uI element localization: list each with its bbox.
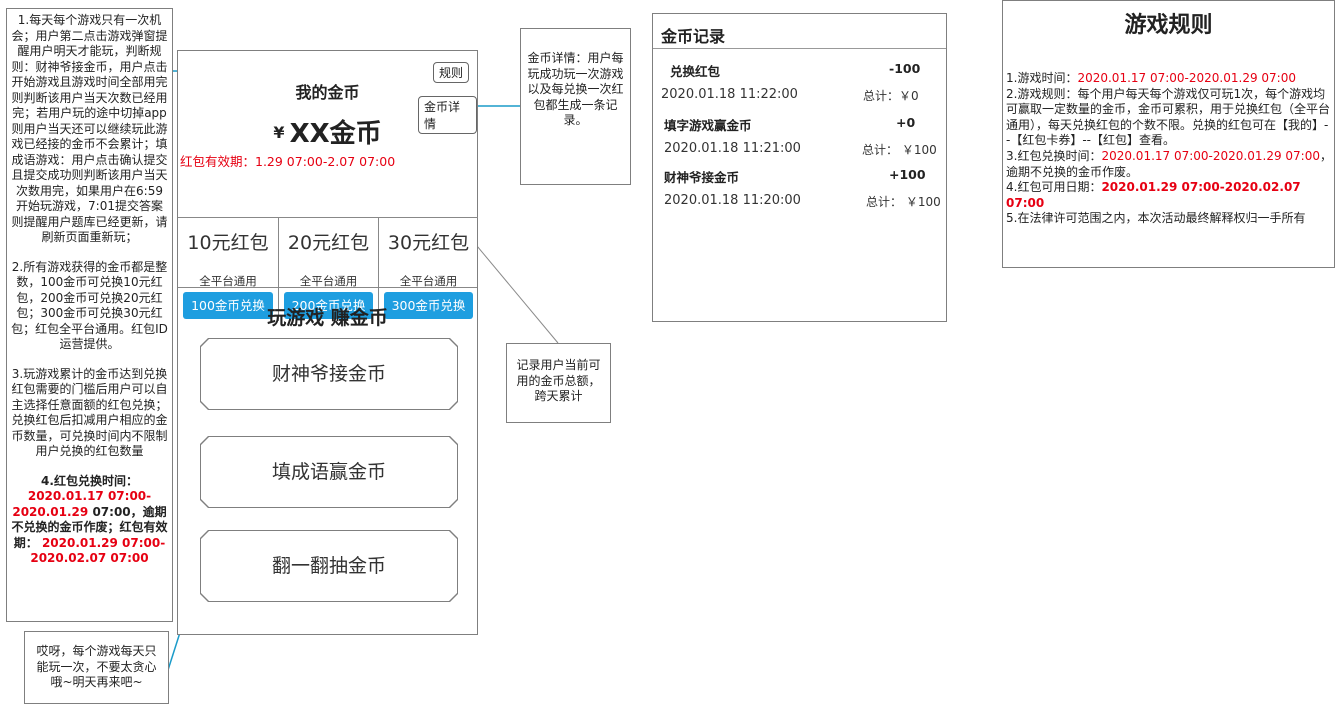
note-rule-4-prefix: 4.红包兑换时间： bbox=[41, 473, 138, 488]
game-idiom-button[interactable]: 填成语赢金币 bbox=[200, 436, 458, 508]
coin-records-panel: 金币记录 兑换红包 -100 2020.01.18 11:22:00 总计：￥0… bbox=[652, 13, 947, 322]
records-divider bbox=[653, 48, 946, 49]
rule-4-label: 4.红包可用日期： bbox=[1006, 180, 1102, 195]
game-flip-card-button[interactable]: 翻一翻抽金币 bbox=[200, 530, 458, 602]
game-catch-coins-button[interactable]: 财神爷接金币 bbox=[200, 338, 458, 410]
note-rule-1: 1.每天每个游戏只有一次机会；用户第二点击游戏弹窗提醒用户明天才能玩，判断规则：… bbox=[11, 13, 168, 244]
phone-mockup: 规则 金币详情 我的金币 ¥ XX金币 红包有效期：1.29 07:00-2.0… bbox=[177, 50, 478, 635]
currency-symbol: ¥ bbox=[273, 123, 285, 142]
bottom-annotation-note: 哎呀，每个游戏每天只能玩一次，不要太贪心哦~明天再来吧~ bbox=[24, 631, 169, 704]
coin-detail-note-text: 金币详情：用户每玩成功玩一次游戏以及每兑换一次红包都生成一条记录。 bbox=[527, 51, 624, 127]
rule-2: 2.游戏规则：每个用户每天每个游戏仅可玩1次，每个游戏均可赢取一定数量的金币，金… bbox=[1006, 86, 1331, 148]
coin-detail-annotation: 金币详情：用户每玩成功玩一次游戏以及每兑换一次红包都生成一条记录。 bbox=[520, 28, 631, 185]
record-date: 2020.01.18 11:21:00 bbox=[664, 141, 801, 156]
record-total: 总计： ￥100 bbox=[862, 143, 937, 157]
coupon-amount: 10元红包 bbox=[187, 232, 269, 254]
coin-balance: ¥ XX金币 bbox=[178, 113, 477, 150]
record-name: 财神爷接金币 bbox=[664, 170, 740, 185]
total-note-text: 记录用户当前可用的金币总额，跨天累计 bbox=[516, 358, 601, 403]
rules-body: 1.游戏时间：2020.01.17 07:00-2020.01.29 07:00… bbox=[1006, 71, 1332, 227]
coin-amount: XX金币 bbox=[289, 119, 382, 149]
game-label: 填成语赢金币 bbox=[201, 437, 457, 507]
rule-4: 4.红包可用日期：2020.01.29 07:00-2020.02.07 07:… bbox=[1006, 180, 1332, 211]
note-rule-4: 4.红包兑换时间： 2020.01.17 07:00-2020.01.29 07… bbox=[11, 474, 168, 567]
validity-text: 红包有效期：1.29 07:00-2.07 07:00 bbox=[180, 154, 396, 169]
rule-1-label: 1.游戏时间： bbox=[1006, 71, 1078, 85]
record-value: +100 bbox=[889, 167, 926, 182]
game-label: 翻一翻抽金币 bbox=[201, 531, 457, 601]
record-value: -100 bbox=[889, 61, 921, 76]
rule-3-time: 2020.01.17 07:00-2020.01.29 07:00 bbox=[1101, 148, 1320, 163]
record-date: 2020.01.18 11:20:00 bbox=[664, 193, 801, 208]
game-label: 财神爷接金币 bbox=[201, 339, 457, 409]
record-total: 总计： ￥100 bbox=[866, 195, 941, 209]
rules-title: 游戏规则 bbox=[1124, 13, 1213, 38]
games-section-title: 玩游戏 赚金币 bbox=[267, 307, 388, 329]
record-name: 兑换红包 bbox=[670, 64, 721, 79]
rule-3: 3.红包兑换时间：2020.01.17 07:00-2020.01.29 07:… bbox=[1006, 149, 1332, 180]
record-total: 总计：￥0 bbox=[863, 89, 919, 103]
total-annotation: 记录用户当前可用的金币总额，跨天累计 bbox=[506, 343, 611, 423]
coupon-amount: 20元红包 bbox=[287, 232, 370, 254]
game-rules-panel: 游戏规则 1.游戏时间：2020.01.17 07:00-2020.01.29 … bbox=[1002, 0, 1335, 268]
note-rule-2: 2.所有游戏获得的金币都是整数，100金币可兑换10元红包，200金币可兑换20… bbox=[11, 259, 168, 352]
left-annotation-note: 1.每天每个游戏只有一次机会；用户第二点击游戏弹窗提醒用户明天才能玩，判断规则：… bbox=[6, 8, 173, 622]
records-title: 金币记录 bbox=[661, 27, 726, 46]
rule-1: 1.游戏时间：2020.01.17 07:00-2020.01.29 07:00 bbox=[1006, 71, 1332, 87]
coupon-amount: 30元红包 bbox=[387, 232, 470, 254]
rule-5: 5.在法律许可范围之内，本次活动最终解释权归一手所有 bbox=[1006, 211, 1306, 226]
note-rule-4-valid: 2020.01.29 07:00-2020.02.07 07:00 bbox=[30, 535, 166, 566]
record-value: +0 bbox=[896, 115, 916, 130]
record-date: 2020.01.18 11:22:00 bbox=[661, 87, 798, 102]
record-name: 填字游戏赢金币 bbox=[664, 118, 752, 133]
note-rule-3: 3.玩游戏累计的金币达到兑换红包需要的门槛后用户可以自主选择任意面额的红包兑换；… bbox=[11, 366, 168, 459]
page-title: 我的金币 bbox=[295, 83, 360, 102]
divider bbox=[178, 287, 477, 288]
rule-1-time: 2020.01.17 07:00-2020.01.29 07:00 bbox=[1077, 71, 1296, 85]
rule-3-label: 3.红包兑换时间： bbox=[1006, 148, 1102, 163]
bottom-note-text: 哎呀，每个游戏每天只能玩一次，不要太贪心哦~明天再来吧~ bbox=[36, 644, 157, 689]
